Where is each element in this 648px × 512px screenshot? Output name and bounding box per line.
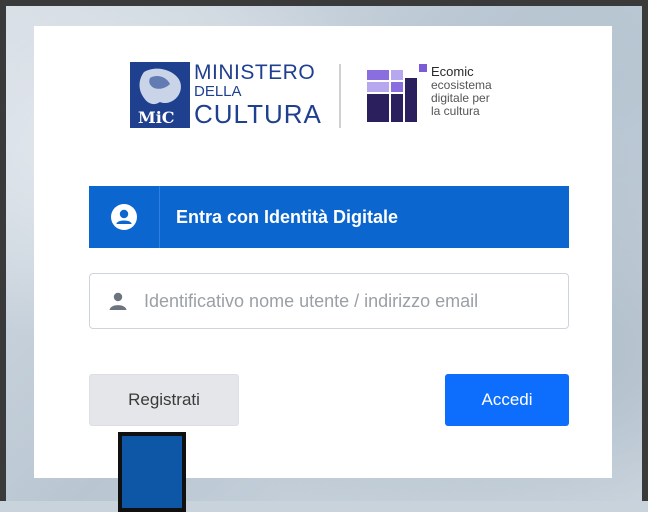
user-circle-icon	[111, 204, 137, 230]
mic-line-1: MINISTERO	[194, 61, 316, 84]
ecomic-line-1: Ecomic	[431, 64, 474, 79]
logo-divider	[339, 64, 341, 128]
spid-login-label: Entra con Identità Digitale	[176, 206, 399, 227]
ecomic-line-4: la cultura	[431, 104, 480, 118]
user-icon	[109, 292, 127, 310]
login-button[interactable]: Accedi	[445, 374, 569, 426]
username-field[interactable]	[89, 273, 569, 329]
mic-logo: MiC MINISTERO DELLA CULTURA	[130, 61, 322, 132]
mic-emblem-text: MiC	[138, 108, 175, 127]
login-card: MiC MINISTERO DELLA CULTURA Ecomic ecosi…	[34, 26, 612, 478]
mic-emblem: MiC	[130, 62, 190, 128]
spid-login-button[interactable]: Entra con Identità Digitale	[89, 186, 569, 248]
username-input[interactable]	[142, 289, 556, 313]
mic-line-2: DELLA	[194, 83, 242, 100]
spid-icon-box	[89, 186, 160, 248]
ecomic-wordmark: Ecomic ecosistema digitale per la cultur…	[431, 64, 492, 118]
mic-line-3: CULTURA	[194, 99, 322, 129]
register-button[interactable]: Registrati	[89, 374, 239, 426]
mic-wordmark: MINISTERO DELLA CULTURA	[194, 61, 322, 129]
ecomic-blocks-icon	[367, 64, 437, 124]
ecomic-logo: Ecomic ecosistema digitale per la cultur…	[367, 64, 537, 130]
overlay-marker	[118, 432, 186, 512]
